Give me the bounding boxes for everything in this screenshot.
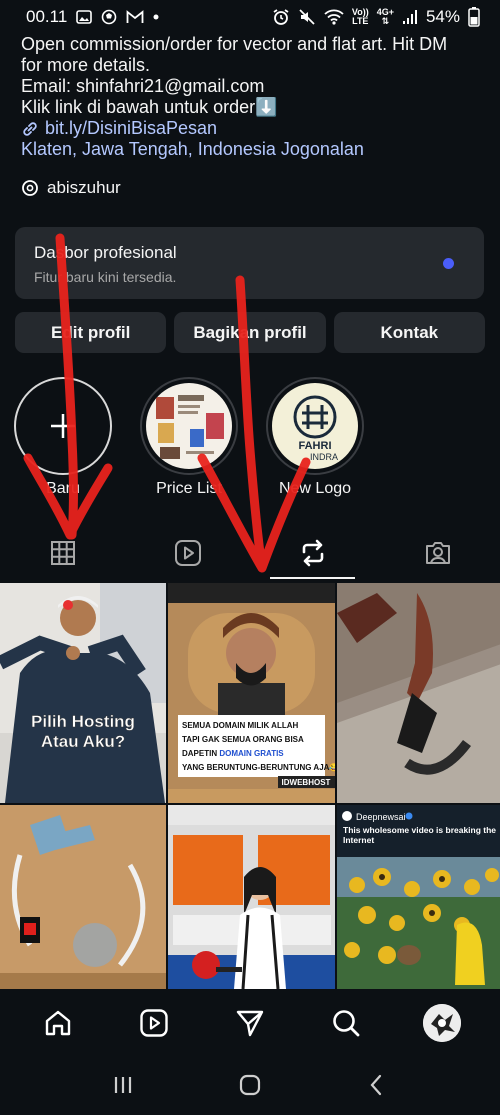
post-source: Deepnewsai [356,812,406,822]
threads-icon [22,180,38,196]
network-indicator: 4G+ ⇅ [376,7,394,26]
highlight-new-logo-ring[interactable]: FAHRI INDRA [266,377,364,475]
nav-search[interactable] [324,1001,368,1045]
nav-profile[interactable] [420,1001,464,1045]
post-caption: Atau Aku? [41,732,125,751]
bio-line-2: for more details. [21,55,151,75]
post-caption: Pilih Hosting [31,712,135,731]
profile-tabs [0,527,500,579]
post-caption: DAPETIN [182,749,219,758]
reels-icon [174,540,201,566]
highlight-new[interactable]: Baru [14,377,112,498]
bio-line-1: Open commission/order for vector and fla… [21,34,448,54]
highlight-price-list[interactable]: Price List [140,377,238,498]
post-caption: This wholesome video is breaking the Int… [343,825,497,845]
highlight-new-ring[interactable] [14,377,112,475]
bottom-navigation [0,991,500,1055]
highlight-label: Price List [156,480,222,497]
status-bar: 00.11 Vo)) LTE 4G+ ⇅ 54% [0,0,500,34]
logo-text-top: FAHRI [299,440,332,452]
tab-reposts[interactable] [250,527,375,579]
post-caption: YANG BERUNTUNG-BERUNTUNG AJA😂 [182,763,335,772]
logo-text-bottom: INDRA [310,452,338,462]
post-thumbnail[interactable] [168,805,335,989]
bio-link[interactable]: bit.ly/DisiniBisaPesan [21,118,491,139]
tab-reels[interactable] [125,527,250,579]
battery-icon [468,7,480,27]
tab-tagged[interactable] [375,527,500,579]
post-thumbnail[interactable] [0,805,166,989]
post-caption-highlight: DOMAIN GRATIS [219,749,284,758]
threads-badge[interactable]: abiszuhur [21,178,121,198]
highlight-label: Baru [46,480,80,497]
threads-username[interactable]: abiszuhur [47,178,121,198]
search-icon [333,1010,360,1037]
tagged-icon [425,542,450,564]
volte-indicator: Vo)) LTE [352,8,369,26]
grid-icon [50,541,75,565]
edit-profile-button[interactable]: Edit profil [15,312,167,353]
nav-messages[interactable] [228,1001,272,1045]
profile-bio: Open commission/order for vector and fla… [21,34,491,160]
profile-action-buttons: Edit profil Bagikan profil Kontak [15,312,485,353]
wifi-icon [324,9,344,25]
send-icon [236,1010,264,1037]
nav-reels[interactable] [132,1001,176,1045]
bio-order-text: Klik link di bawah untuk order⬇️ [21,97,278,117]
post-caption: SEMUA DOMAIN MILIK ALLAH [182,721,299,730]
mute-icon [298,8,316,26]
status-time: 00.11 [26,7,68,26]
svg-text:DAPETIN DOMAIN GRATIS: DAPETIN DOMAIN GRATIS [182,749,284,758]
price-list-thumbnail [146,383,232,469]
home-icon [45,1010,71,1036]
signal-icon [402,9,418,25]
repost-icon [302,539,323,567]
share-profile-button[interactable]: Bagikan profil [174,312,326,353]
highlight-label: New Logo [278,480,352,497]
new-feature-dot [443,258,454,269]
reels-icon [140,1009,168,1037]
battery-percent: 54% [425,7,460,26]
professional-dashboard-card[interactable]: Dasbor profesional Fitur baru kini terse… [15,227,484,299]
post-grid: Pilih Hosting Atau Aku? SEMUA DOMAIN MIL… [0,583,500,989]
highlight-price-list-ring[interactable] [140,377,238,475]
lte-label: LTE [352,16,369,26]
story-highlights: Baru Price List FAHRI INDRA New Logo [14,377,364,498]
post-thumbnail[interactable]: Pilih Hosting Atau Aku? [0,583,166,803]
highlight-new-logo[interactable]: FAHRI INDRA New Logo [266,377,364,498]
recents-icon[interactable] [111,1073,135,1097]
link-icon [23,121,37,136]
home-button-icon[interactable] [238,1073,262,1097]
contact-button[interactable]: Kontak [333,312,485,353]
profile-avatar[interactable] [423,1004,461,1042]
post-thumbnail[interactable]: SEMUA DOMAIN MILIK ALLAH TAPI GAK SEMUA … [168,583,335,803]
dashboard-title: Dasbor profesional [34,243,177,262]
system-navigation-bar [0,1055,500,1115]
post-thumbnail[interactable] [337,583,500,803]
bio-email: Email: shinfahri21@gmail.com [21,76,265,96]
bio-location[interactable]: Klaten, Jawa Tengah, Indonesia Jogonalan [21,139,491,160]
post-caption: TAPI GAK SEMUA ORANG BISA [182,735,304,744]
bio-link-text[interactable]: bit.ly/DisiniBisaPesan [45,118,217,139]
post-thumbnail[interactable]: Deepnewsai This wholesome video is break… [337,805,500,989]
back-icon[interactable] [365,1073,389,1097]
tab-grid[interactable] [0,527,125,579]
alarm-icon [272,8,290,26]
new-logo-thumbnail: FAHRI INDRA [272,383,358,469]
soccer-notification-icon [101,9,117,25]
dashboard-subtitle: Fitur baru kini tersedia. [34,269,177,285]
more-notifications-dot-icon [153,14,159,20]
gallery-notification-icon [76,9,93,25]
gmail-notification-icon [126,10,144,24]
plus-icon [51,414,75,438]
nav-home[interactable] [36,1001,80,1045]
post-brand: IDWEBHOST [282,778,331,787]
